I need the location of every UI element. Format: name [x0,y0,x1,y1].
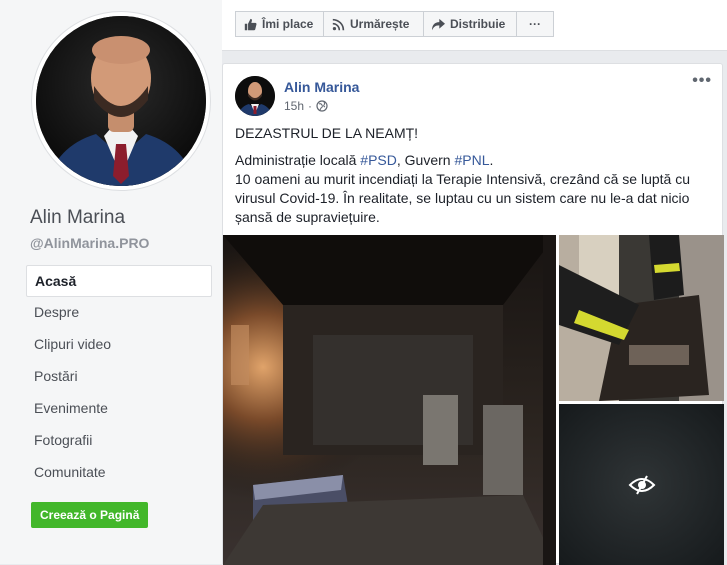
post-photo-hidden[interactable] [559,404,724,565]
nav-item-photos[interactable]: Fotografii [26,425,212,457]
profile-picture[interactable] [32,12,210,190]
post-line-prefix: Administrație locală [235,152,361,168]
post-headline: DEZASTRUL DE LA NEAMȚ! [235,125,419,141]
post-photo-main[interactable] [223,235,556,565]
post-timestamp[interactable]: 15h [284,99,304,113]
post-body: 10 oameni au murit incendiați la Terapie… [235,171,691,225]
globe-icon[interactable] [316,100,328,112]
post-line-mid: , Guvern [396,152,455,168]
like-label: Îmi place [262,17,314,31]
post-card: Alin Marina 15h · ••• DEZASTRUL DE LA NE… [222,63,724,565]
post-author-name[interactable]: Alin Marina [284,79,359,95]
nav-item-about[interactable]: Despre [26,297,212,329]
share-page-button[interactable]: Distribuie [423,11,517,37]
share-arrow-icon [432,18,445,30]
nav-item-community[interactable]: Comunitate [26,457,212,489]
page-navigation: Acasă Despre Clipuri video Postări Eveni… [26,265,212,489]
hashtag-psd[interactable]: #PSD [360,152,397,168]
rss-icon [332,18,345,30]
share-label: Distribuie [450,17,506,31]
sensitive-content-overlay[interactable] [559,404,724,565]
hashtag-pnl[interactable]: #PNL [454,152,489,168]
post-meta: 15h · [284,99,328,113]
like-page-button[interactable]: Îmi place [235,11,324,37]
more-actions-button[interactable]: ··· [516,11,554,37]
nav-item-home[interactable]: Acasă [26,265,212,297]
post-text: DEZASTRUL DE LA NEAMȚ! Administrație loc… [235,124,713,227]
post-author-avatar[interactable] [235,76,275,116]
nav-item-posts[interactable]: Postări [26,361,212,393]
more-dots-icon: ··· [529,17,541,31]
follow-page-button[interactable]: Urmărește [323,11,424,37]
post-photo-firefighter[interactable] [559,235,724,401]
separator-dot: · [308,99,313,113]
follow-label: Urmărește [350,17,410,31]
profile-photo [36,16,206,186]
eye-slash-icon [628,475,655,494]
page-action-bar: Îmi place Urmărește Distribuie ··· [222,0,727,51]
post-options-icon[interactable]: ••• [692,72,712,90]
thumbs-up-icon [244,18,257,30]
profile-name[interactable]: Alin Marina [30,207,125,229]
post-line-suffix: . [489,152,494,168]
post-line-politics: Administrație locală #PSD, Guvern #PNL. [235,151,713,170]
profile-handle[interactable]: @AlinMarina.PRO [30,235,149,251]
create-page-button[interactable]: Creează o Pagină [31,502,149,528]
nav-item-events[interactable]: Evenimente [26,393,212,425]
left-column: Alin Marina @AlinMarina.PRO Acasă Despre… [0,0,222,564]
nav-item-videos[interactable]: Clipuri video [26,329,212,361]
